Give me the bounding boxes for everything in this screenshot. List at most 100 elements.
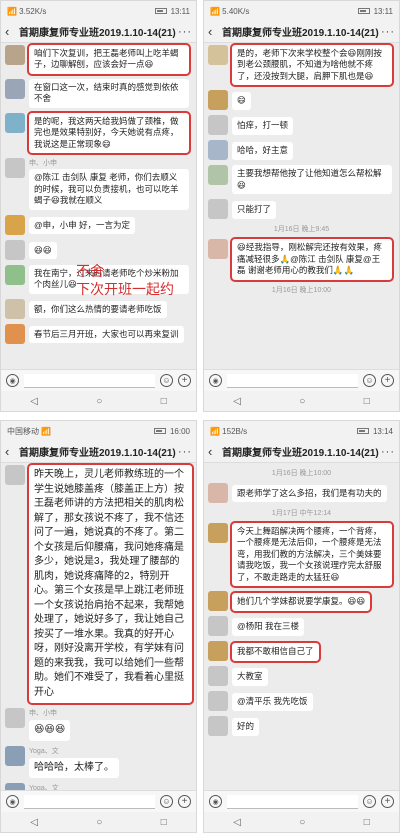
message-bubble[interactable]: 哈哈哈，太棒了。: [29, 757, 119, 778]
avatar[interactable]: [5, 158, 25, 179]
message-bubble[interactable]: 今天上舞蹈解决两个腰疼，一个背疼，一个腰疼是无法后仰，一个腰疼是无法弯，用我们教…: [230, 520, 394, 589]
message-input[interactable]: [24, 794, 155, 809]
message-body: 跟老师学了这么多招，我们是有功夫的: [232, 483, 395, 503]
nav-back-icon[interactable]: ◁: [30, 817, 38, 828]
message-bubble[interactable]: 在窗口这一次，结束时真的感觉到依依不舍: [29, 78, 189, 108]
more-options-icon[interactable]: ···: [178, 446, 192, 458]
message-input[interactable]: [227, 373, 358, 388]
avatar[interactable]: [208, 239, 228, 260]
nav-home-icon[interactable]: ○: [96, 396, 102, 407]
avatar[interactable]: [208, 641, 228, 662]
avatar[interactable]: [5, 298, 25, 319]
plus-icon[interactable]: +: [381, 374, 394, 387]
message-bubble[interactable]: 😆😆😆: [29, 720, 71, 741]
message-bubble[interactable]: 咱们下次复训，把王磊老师叫上吃羊蝎子，边聊解刨，应该会好一点😆: [27, 43, 191, 76]
avatar[interactable]: [208, 591, 228, 612]
message-bubble[interactable]: 跟老师学了这么多招，我们是有功夫的: [232, 485, 387, 503]
message-bubble[interactable]: 昨天晚上，灵儿老师教练班的一个学生说她膝盖疼（膝盖正上方）按王磊老师讲的方法把相…: [27, 463, 194, 705]
avatar[interactable]: [5, 708, 25, 728]
message-list[interactable]: 昨天晚上，灵儿老师教练班的一个学生说她膝盖疼（膝盖正上方）按王磊老师讲的方法把相…: [1, 463, 196, 792]
avatar[interactable]: [208, 523, 228, 543]
message-bubble[interactable]: 😄: [232, 92, 251, 110]
message-bubble[interactable]: @清平乐 我先吃饭: [232, 693, 313, 711]
avatar[interactable]: [5, 239, 25, 260]
nav-back-icon[interactable]: ◁: [30, 396, 38, 407]
avatar[interactable]: [208, 45, 228, 65]
message-bubble[interactable]: 怕痒，打一顿: [232, 117, 294, 135]
emoji-icon[interactable]: ☺: [363, 795, 376, 808]
plus-icon[interactable]: +: [178, 795, 191, 808]
back-arrow-icon[interactable]: ‹: [208, 24, 220, 39]
avatar[interactable]: [208, 716, 228, 737]
message-bubble[interactable]: @陈江 击剑队 康复 老师，你们去顺义的时候，我可以负责接机，也可以吃羊蝎子😆我…: [29, 169, 189, 210]
emoji-icon[interactable]: ☺: [160, 374, 173, 387]
voice-icon[interactable]: ◉: [209, 374, 222, 387]
message-bubble[interactable]: 我都不敢相信自己了: [230, 641, 321, 663]
avatar[interactable]: [5, 45, 25, 65]
chat-message: 额，你们这么热情的要请老师吃饭: [5, 298, 192, 319]
avatar[interactable]: [208, 616, 228, 637]
back-arrow-icon[interactable]: ‹: [5, 24, 17, 39]
nav-recent-icon[interactable]: □: [161, 396, 167, 407]
message-bubble[interactable]: 春节后三月开班，大家也可以再来复训: [29, 325, 184, 344]
nav-home-icon[interactable]: ○: [299, 396, 305, 407]
nav-back-icon[interactable]: ◁: [233, 817, 241, 828]
avatar[interactable]: [5, 264, 25, 285]
avatar[interactable]: [5, 465, 25, 485]
message-list[interactable]: 是的，老师下次来学校整个会😆刚刚按到老公颈腰肌，不知道为啥他就不疼了，还没按到大…: [204, 43, 399, 371]
message-bubble[interactable]: 是的呢，我这两天给我妈做了颈椎，做完也是效果特别好，今天她说有点疼，我说这是正常…: [27, 110, 191, 156]
message-bubble[interactable]: 她们几个学妹都说要学康复。😆😆: [229, 591, 373, 613]
avatar[interactable]: [208, 666, 228, 687]
more-options-icon[interactable]: ···: [381, 446, 395, 458]
avatar[interactable]: [208, 140, 228, 161]
message-bubble[interactable]: 大教室: [232, 668, 268, 686]
plus-icon[interactable]: +: [381, 795, 394, 808]
avatar[interactable]: [208, 165, 228, 186]
more-options-icon[interactable]: ···: [381, 26, 395, 38]
message-input[interactable]: [24, 373, 155, 388]
avatar[interactable]: [5, 78, 25, 99]
avatar[interactable]: [208, 691, 228, 712]
nav-recent-icon[interactable]: □: [364, 396, 370, 407]
message-bubble[interactable]: 只能打了: [232, 201, 277, 219]
avatar[interactable]: [208, 115, 228, 136]
message-bubble[interactable]: 😆😆: [29, 241, 57, 260]
message-bubble[interactable]: 额，你们这么热情的要请老师吃饭: [29, 300, 167, 319]
message-bubble[interactable]: 😆经我指导，刚松解完还按有效果，疼痛减轻很多🙏@陈江 击剑队 康复@王磊 谢谢老…: [230, 237, 394, 282]
emoji-icon[interactable]: ☺: [363, 374, 376, 387]
message-list[interactable]: 咱们下次复训，把王磊老师叫上吃羊蝎子，边聊解刨，应该会好一点😆 在窗口这一次，结束…: [1, 43, 196, 371]
avatar[interactable]: [208, 483, 228, 503]
chat-message: 😆经我指导，刚松解完还按有效果，疼痛减轻很多🙏@陈江 击剑队 康复@王磊 谢谢老…: [208, 237, 395, 282]
voice-icon[interactable]: ◉: [6, 374, 19, 387]
message-bubble[interactable]: 哈哈，好主意: [232, 142, 294, 160]
back-arrow-icon[interactable]: ‹: [208, 444, 220, 459]
nav-recent-icon[interactable]: □: [161, 817, 167, 828]
status-time: 16:00: [169, 426, 190, 436]
nav-home-icon[interactable]: ○: [299, 817, 305, 828]
avatar[interactable]: [5, 214, 25, 235]
plus-icon[interactable]: +: [178, 374, 191, 387]
message-list[interactable]: 1月16日 晚上10:00 跟老师学了这么多招，我们是有功夫的 1月17日 中午12…: [204, 463, 399, 792]
message-body: 哈哈，好主意: [232, 140, 395, 160]
message-bubble[interactable]: 主要我想帮他按了让他知道怎么帮松解😆: [232, 165, 392, 195]
message-bubble[interactable]: 好的: [232, 718, 260, 736]
voice-icon[interactable]: ◉: [209, 795, 222, 808]
more-options-icon[interactable]: ···: [178, 26, 192, 38]
voice-icon[interactable]: ◉: [6, 795, 19, 808]
message-bubble[interactable]: @申，小申 好，一言为定: [29, 216, 135, 235]
system-navbar: ◁ ○ □: [204, 391, 399, 411]
emoji-icon[interactable]: ☺: [160, 795, 173, 808]
nav-recent-icon[interactable]: □: [364, 817, 370, 828]
avatar[interactable]: [5, 112, 25, 133]
avatar[interactable]: [208, 90, 228, 111]
message-bubble[interactable]: @杨阳 我在三楼: [232, 618, 304, 636]
nav-home-icon[interactable]: ○: [96, 817, 102, 828]
message-bubble[interactable]: 是的，老师下次来学校整个会😆刚刚按到老公颈腰肌，不知道为啥他就不疼了，还没按到大…: [230, 43, 394, 88]
avatar[interactable]: [5, 323, 25, 344]
nav-back-icon[interactable]: ◁: [233, 396, 241, 407]
avatar[interactable]: [5, 745, 25, 766]
back-arrow-icon[interactable]: ‹: [5, 444, 17, 459]
message-input[interactable]: [227, 794, 358, 809]
message-body: 😆😆: [29, 240, 192, 260]
avatar[interactable]: [208, 199, 228, 220]
